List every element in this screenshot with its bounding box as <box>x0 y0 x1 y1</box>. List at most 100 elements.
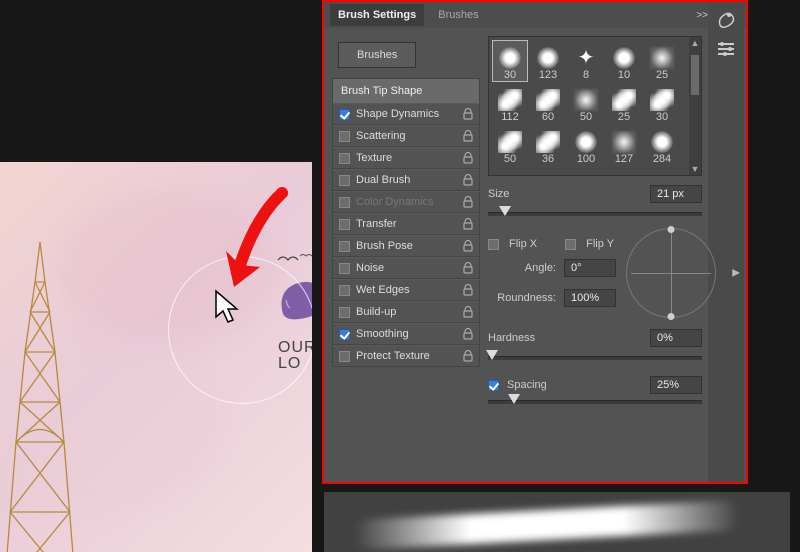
angle-arrow-icon: ▶ <box>732 268 740 279</box>
spacing-checkbox[interactable] <box>488 380 499 391</box>
brush-preset[interactable]: 127 <box>607 125 641 165</box>
brush-preset[interactable]: 36 <box>531 125 565 165</box>
lock-icon[interactable] <box>463 152 475 164</box>
option-label: Smoothing <box>356 328 457 340</box>
brush-presets-icon[interactable] <box>711 6 741 32</box>
option-brush-pose[interactable]: Brush Pose <box>332 235 480 257</box>
option-checkbox[interactable] <box>339 241 350 252</box>
lock-icon[interactable] <box>463 196 475 208</box>
option-label: Wet Edges <box>356 284 457 296</box>
brush-preset[interactable]: 50 <box>493 125 527 165</box>
brush-settings-panel: Brush Settings Brushes >> Brushes Brush … <box>322 0 748 484</box>
hardness-slider[interactable] <box>488 350 702 364</box>
option-brush-tip-shape[interactable]: Brush Tip Shape <box>332 78 480 103</box>
option-texture[interactable]: Texture <box>332 147 480 169</box>
option-checkbox[interactable] <box>339 351 350 362</box>
lock-icon[interactable] <box>463 284 475 296</box>
lock-icon[interactable] <box>463 240 475 252</box>
option-wet-edges[interactable]: Wet Edges <box>332 279 480 301</box>
option-label: Brush Pose <box>356 240 457 252</box>
option-checkbox[interactable] <box>339 153 350 164</box>
brush-preset[interactable]: 123 <box>531 41 565 81</box>
size-slider[interactable] <box>488 206 702 220</box>
option-label: Protect Texture <box>356 350 457 362</box>
option-checkbox[interactable] <box>339 285 350 296</box>
option-scattering[interactable]: Scattering <box>332 125 480 147</box>
roundness-value[interactable]: 100% <box>564 289 616 307</box>
lock-icon[interactable] <box>463 130 475 142</box>
brush-preset[interactable]: 25 <box>645 41 679 81</box>
option-checkbox[interactable] <box>339 329 350 340</box>
roundness-label: Roundness: <box>488 292 556 304</box>
lock-icon[interactable] <box>463 306 475 318</box>
brush-preset-size: 60 <box>542 111 554 123</box>
angle-value[interactable]: 0° <box>564 259 616 277</box>
brush-preset[interactable]: 100 <box>569 125 603 165</box>
option-noise[interactable]: Noise <box>332 257 480 279</box>
size-value[interactable]: 21 px <box>650 185 702 203</box>
option-smoothing[interactable]: Smoothing <box>332 323 480 345</box>
size-label: Size <box>488 188 556 200</box>
brush-preset-size: 50 <box>504 153 516 165</box>
presets-scrollbar[interactable]: ▲▼ <box>689 37 701 175</box>
brush-preset[interactable]: 30 <box>645 83 679 123</box>
option-checkbox[interactable] <box>339 197 350 208</box>
option-label: Build-up <box>356 306 457 318</box>
option-transfer[interactable]: Transfer <box>332 213 480 235</box>
option-label: Noise <box>356 262 457 274</box>
option-checkbox[interactable] <box>339 131 350 142</box>
brush-preset[interactable]: ✦8 <box>569 41 603 81</box>
brush-preset[interactable]: 25 <box>607 83 641 123</box>
brush-preset[interactable]: 50 <box>569 83 603 123</box>
lock-icon[interactable] <box>463 174 475 186</box>
flip-x-checkbox[interactable] <box>488 239 499 250</box>
lock-icon[interactable] <box>463 328 475 340</box>
flip-y-label: Flip Y <box>586 238 614 250</box>
brush-stroke-preview <box>324 492 790 552</box>
lock-icon[interactable] <box>463 262 475 274</box>
brush-preset-size: 25 <box>656 69 668 81</box>
tab-brush-settings[interactable]: Brush Settings <box>330 4 424 26</box>
angle-label: Angle: <box>488 262 556 274</box>
brush-presets-grid[interactable]: 30123✦81025112605025305036100127284 ▲▼ <box>488 36 702 176</box>
option-checkbox[interactable] <box>339 219 350 230</box>
brush-preset-size: 8 <box>583 69 589 81</box>
brush-preset[interactable]: 10 <box>607 41 641 81</box>
option-dual-brush[interactable]: Dual Brush <box>332 169 480 191</box>
tab-brushes[interactable]: Brushes <box>430 4 486 26</box>
brushes-button[interactable]: Brushes <box>338 42 416 68</box>
brush-preset[interactable]: 60 <box>531 83 565 123</box>
brush-preset[interactable]: 30 <box>493 41 527 81</box>
photo-subject <box>0 242 80 552</box>
angle-roundness-widget[interactable] <box>626 228 716 318</box>
option-checkbox[interactable] <box>339 175 350 186</box>
option-label: Scattering <box>356 130 457 142</box>
size-control: Size 21 px <box>488 182 702 206</box>
flip-y-checkbox[interactable] <box>565 239 576 250</box>
brush-preset-size: 123 <box>539 69 557 81</box>
option-protect-texture[interactable]: Protect Texture <box>332 345 480 367</box>
brush-preset[interactable]: 112 <box>493 83 527 123</box>
option-build-up[interactable]: Build-up <box>332 301 480 323</box>
brush-preset-size: 30 <box>504 69 516 81</box>
spacing-value[interactable]: 25% <box>650 376 702 394</box>
option-shape-dynamics[interactable]: Shape Dynamics <box>332 103 480 125</box>
brush-preset-size: 36 <box>542 153 554 165</box>
brush-preset-size: 127 <box>615 153 633 165</box>
spacing-slider[interactable] <box>488 394 702 408</box>
document-canvas[interactable]: OUR LO <box>0 162 312 552</box>
option-checkbox[interactable] <box>339 109 350 120</box>
lock-icon[interactable] <box>463 218 475 230</box>
brush-preset-size: 10 <box>618 69 630 81</box>
option-color-dynamics[interactable]: Color Dynamics <box>332 191 480 213</box>
brush-preset[interactable]: 284 <box>645 125 679 165</box>
sliders-icon[interactable] <box>711 36 741 62</box>
lock-icon[interactable] <box>463 350 475 362</box>
option-checkbox[interactable] <box>339 307 350 318</box>
option-checkbox[interactable] <box>339 263 350 274</box>
brush-preset-size: 112 <box>501 111 519 123</box>
lock-icon[interactable] <box>463 108 475 120</box>
option-label: Dual Brush <box>356 174 457 186</box>
hardness-value[interactable]: 0% <box>650 329 702 347</box>
hardness-label: Hardness <box>488 332 556 344</box>
